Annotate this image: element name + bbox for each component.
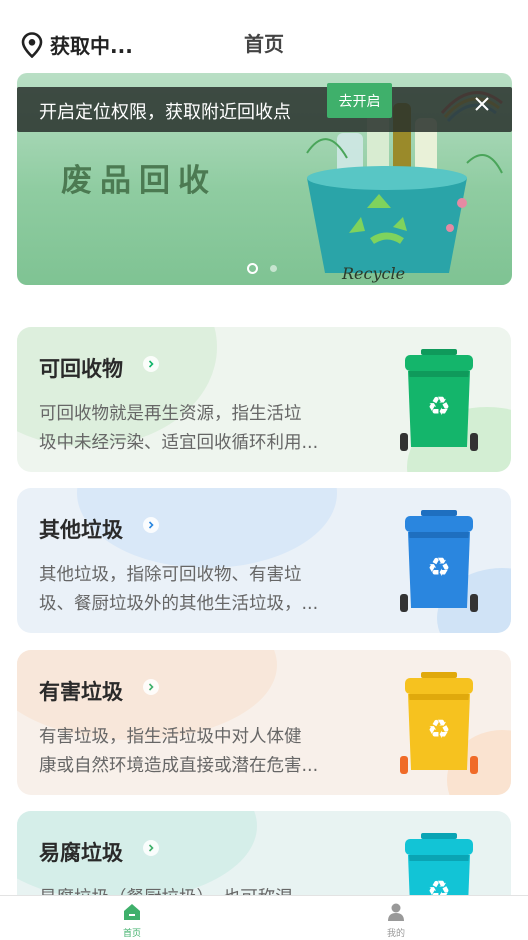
carousel-dot-active [247, 263, 258, 274]
chevron-right-icon [143, 679, 159, 695]
description-line: 可回收物就是再生资源，指生活垃 [39, 404, 302, 424]
description-line: 有害垃圾，指生活垃圾中对人体健 [39, 727, 302, 747]
other-waste-bin-icon: ♻ [400, 510, 478, 612]
category-card-other[interactable]: 其他垃圾 其他垃圾，指除可回收物、有害垃 圾、餐厨垃圾外的其他生活垃圾，... … [17, 488, 511, 633]
category-description: 其他垃圾，指除可回收物、有害垃 圾、餐厨垃圾外的其他生活垃圾，... [39, 561, 351, 619]
description-line: 圾、餐厨垃圾外的其他生活垃圾，... [39, 594, 319, 614]
carousel-indicator [247, 263, 289, 274]
location-permission-text: 开启定位权限，获取附近回收点 [39, 102, 291, 123]
tab-mine-label: 我的 [386, 929, 405, 939]
chevron-right-icon [143, 356, 159, 372]
bottom-tab-bar: 首页 我的 [0, 895, 528, 940]
home-page: 获取中... 首页 废品回收 Recycle 开启定位权限，获取附近回收点 去开… [0, 0, 528, 940]
category-card-hazardous[interactable]: 有害垃圾 有害垃圾，指生活垃圾中对人体健 康或自然环境造成直接或潜在危害... … [17, 650, 511, 795]
enable-location-button[interactable]: 去开启 [327, 83, 392, 118]
svg-text:♻: ♻ [427, 715, 450, 745]
home-icon [124, 904, 140, 920]
tab-home-label: 首页 [122, 929, 141, 939]
description-line: 圾中未经污染、适宜回收循环利用... [39, 433, 319, 453]
user-icon [388, 903, 404, 921]
category-title: 可回收物 [39, 357, 123, 381]
location-permission-banner: 开启定位权限，获取附近回收点 去开启 [17, 83, 512, 132]
tab-home[interactable]: 首页 [102, 902, 162, 939]
chevron-right-icon [143, 517, 159, 533]
category-description: 有害垃圾，指生活垃圾中对人体健 康或自然环境造成直接或潜在危害... [39, 723, 351, 781]
category-title: 易腐垃圾 [39, 841, 123, 865]
banner-text: 废品回收 [61, 163, 217, 199]
close-icon[interactable] [472, 94, 492, 114]
tab-mine[interactable]: 我的 [366, 902, 426, 939]
category-title: 有害垃圾 [39, 680, 123, 704]
top-header: 获取中... 首页 [0, 0, 528, 72]
description-line: 其他垃圾，指除可回收物、有害垃 [39, 565, 302, 585]
carousel-dot [270, 265, 277, 272]
category-title: 其他垃圾 [39, 518, 123, 542]
svg-text:♻: ♻ [427, 553, 450, 583]
svg-text:♻: ♻ [427, 392, 450, 422]
recyclable-bin-icon: ♻ [400, 349, 478, 451]
banner-art-text: Recycle [341, 264, 405, 283]
category-description: 可回收物就是再生资源，指生活垃 圾中未经污染、适宜回收循环利用... [39, 400, 351, 458]
chevron-right-icon [143, 840, 159, 856]
category-card-recyclable[interactable]: 可回收物 可回收物就是再生资源，指生活垃 圾中未经污染、适宜回收循环利用... … [17, 327, 511, 472]
description-line: 康或自然环境造成直接或潜在危害... [39, 756, 319, 776]
hazardous-bin-icon: ♻ [400, 672, 478, 774]
page-title: 首页 [244, 32, 284, 56]
